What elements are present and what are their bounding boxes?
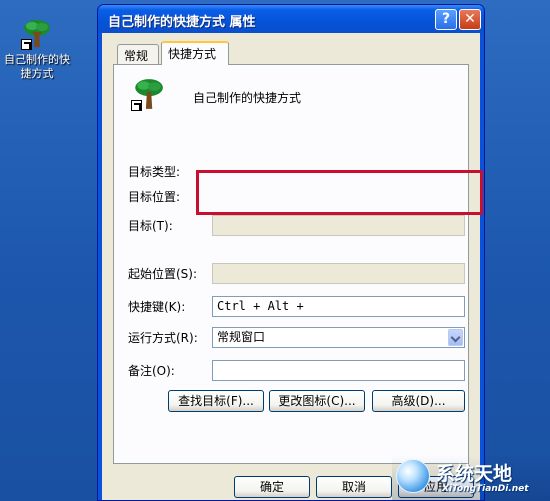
shortcut-panel: 自己制作的快捷方式 目标类型: 目标位置: 目标(T): 起始位置(S): 快捷… bbox=[113, 64, 469, 464]
start-in-field[interactable] bbox=[212, 263, 465, 284]
shortcut-arrow-icon bbox=[21, 39, 32, 50]
target-field[interactable] bbox=[212, 215, 465, 236]
dialog-client: 常规 快捷方式 自己制作的快捷方式 目标类型: 目标位置: 目标(T): 起始位… bbox=[102, 33, 480, 500]
shortcut-name: 自己制作的快捷方式 bbox=[193, 91, 302, 105]
desktop-shortcut[interactable]: 自己制作的快捷方式 bbox=[2, 18, 72, 81]
desktop-icon-label: 自己制作的快捷方式 bbox=[4, 53, 70, 80]
advanced-button[interactable]: 高级(D)... bbox=[372, 390, 465, 412]
change-icon-button[interactable]: 更改图标(C)... bbox=[269, 390, 365, 412]
globe-icon bbox=[396, 459, 430, 493]
comment-field[interactable] bbox=[212, 360, 465, 381]
watermark-title: 系统天地 bbox=[436, 463, 513, 485]
run-label: 运行方式(R): bbox=[128, 331, 198, 345]
chevron-down-icon[interactable] bbox=[448, 329, 463, 346]
cancel-button[interactable]: 取消 bbox=[316, 476, 392, 498]
properties-dialog: 自己制作的快捷方式 属性 ? ✕ 常规 快捷方式 自己制作的快捷方式 目标类型:… bbox=[97, 4, 485, 501]
watermark-url: XiTongTianDi.net bbox=[442, 484, 529, 494]
comment-label: 备注(O): bbox=[128, 364, 175, 378]
tab-shortcut[interactable]: 快捷方式 bbox=[161, 41, 229, 65]
target-location-label: 目标位置: bbox=[128, 190, 181, 204]
find-target-button[interactable]: 查找目标(F)... bbox=[168, 390, 264, 412]
tab-general[interactable]: 常规 bbox=[117, 44, 159, 64]
target-label: 目标(T): bbox=[128, 219, 173, 233]
window-title: 自己制作的快捷方式 属性 bbox=[108, 15, 256, 30]
run-select[interactable]: 常规窗口 bbox=[212, 327, 465, 348]
ok-button[interactable]: 确定 bbox=[234, 476, 310, 498]
title-bar[interactable]: 自己制作的快捷方式 属性 ? ✕ bbox=[98, 5, 484, 33]
run-select-value: 常规窗口 bbox=[217, 330, 266, 344]
highlight-box bbox=[196, 170, 483, 215]
help-icon[interactable]: ? bbox=[435, 9, 457, 30]
hotkey-field[interactable]: Ctrl + Alt + bbox=[212, 296, 465, 317]
tree-shortcut-icon bbox=[131, 77, 165, 111]
watermark: 系统天地 XiTongTianDi.net bbox=[392, 455, 550, 501]
target-type-label: 目标类型: bbox=[128, 165, 181, 179]
close-icon[interactable]: ✕ bbox=[459, 9, 481, 30]
shortcut-arrow-icon bbox=[131, 100, 142, 111]
start-in-label: 起始位置(S): bbox=[128, 267, 198, 281]
tree-shortcut-icon bbox=[21, 18, 53, 50]
hotkey-label: 快捷键(K): bbox=[128, 300, 186, 314]
